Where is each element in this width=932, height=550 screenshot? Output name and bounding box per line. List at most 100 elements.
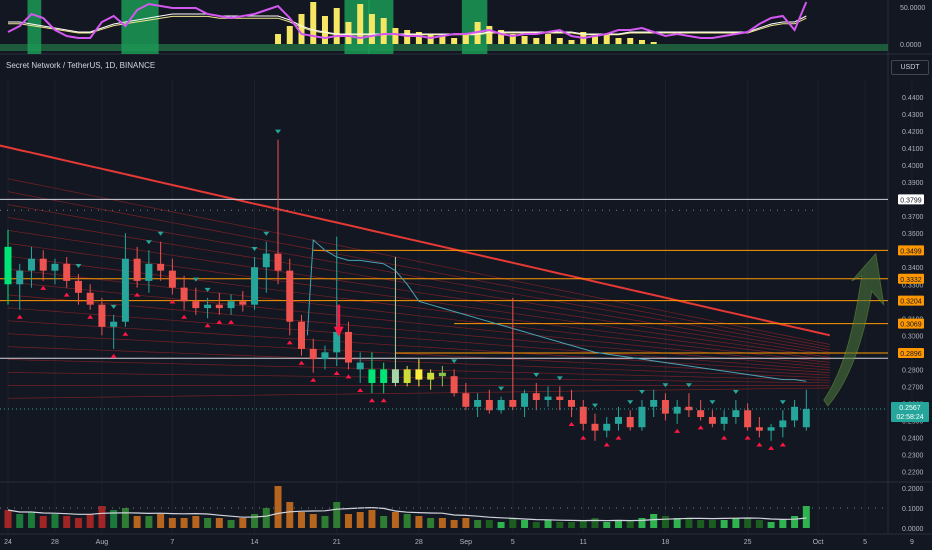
candle-body — [344, 331, 352, 363]
x-axis-tick-label: 25 — [744, 539, 752, 546]
candle-body — [720, 417, 728, 424]
candle-body — [427, 372, 435, 380]
volume-bar — [497, 522, 505, 528]
candle-body — [180, 287, 188, 302]
oscillator-bar — [298, 14, 305, 44]
y-axis-tick-label: 0.4300 — [902, 112, 924, 119]
volume-bar — [532, 522, 540, 528]
price-chart[interactable]: 50.00000.00000.44000.43000.42000.41000.4… — [0, 0, 932, 550]
volume-bar — [614, 520, 622, 528]
volume-bar — [391, 512, 399, 528]
oscillator-bar — [521, 36, 528, 44]
x-axis-tick-label: 5 — [511, 539, 515, 546]
candle-body — [215, 304, 223, 309]
volume-bar — [485, 520, 493, 528]
volume-bar — [603, 522, 611, 528]
volume-bar — [63, 516, 71, 528]
candle-body — [391, 369, 399, 383]
x-axis-tick-label: Sep — [460, 539, 473, 546]
volume-bar — [51, 514, 59, 528]
volume-bar — [438, 518, 446, 528]
candle-body — [145, 263, 153, 281]
volume-axis-label: 0.2000 — [902, 486, 924, 493]
volume-bar — [673, 518, 681, 528]
y-axis-tick-label: 0.4200 — [902, 129, 924, 136]
volume-bar — [333, 502, 341, 528]
volume-bar — [474, 520, 482, 528]
oscillator-bar — [615, 38, 622, 44]
oscillator-bar — [392, 28, 399, 44]
candle-body — [262, 253, 270, 268]
volume-bar — [251, 514, 259, 528]
oscillator-signal-zone — [461, 0, 488, 54]
price-level-label: 0.3069 — [900, 322, 922, 329]
volume-axis-label: 0.1000 — [902, 506, 924, 513]
volume-bar — [708, 520, 716, 528]
candle-body — [462, 393, 470, 407]
volume-bar — [298, 512, 305, 528]
volume-bar — [556, 522, 564, 528]
currency-selector[interactable]: USDT — [891, 60, 929, 75]
countdown-label: 02:58:24 — [896, 414, 923, 421]
volume-bar — [4, 510, 12, 528]
x-axis-tick-label: 28 — [415, 539, 423, 546]
volume-bar — [568, 522, 576, 528]
candle-body — [767, 427, 775, 431]
x-axis-tick-label: 9 — [910, 539, 914, 546]
volume-bar — [98, 506, 106, 528]
volume-bar — [180, 518, 188, 528]
volume-bar — [133, 516, 141, 528]
candle-body — [39, 258, 47, 271]
candle-body — [98, 304, 106, 327]
oscillator-bar — [368, 14, 375, 44]
candle-body — [168, 270, 176, 288]
oscillator-bar — [556, 38, 563, 44]
volume-bar — [16, 514, 24, 528]
volume-bar — [591, 518, 599, 528]
price-level-label: 0.3499 — [900, 248, 922, 255]
volume-bar — [544, 520, 552, 528]
candle-body — [286, 270, 294, 322]
volume-bar — [286, 502, 294, 528]
candle-body — [485, 400, 493, 411]
y-axis-tick-label: 0.2400 — [902, 435, 924, 442]
candle-body — [650, 400, 658, 407]
oscillator-bar — [603, 34, 610, 44]
y-axis-tick-label: 0.3600 — [902, 231, 924, 238]
y-axis-tick-label: 0.3700 — [902, 214, 924, 221]
oscillator-bar — [380, 18, 387, 44]
candle-body — [157, 263, 165, 271]
candle-body — [779, 420, 787, 428]
candle-body — [474, 400, 482, 407]
candle-body — [227, 301, 235, 309]
x-axis-tick-label: Aug — [96, 539, 109, 546]
volume-bar — [192, 516, 200, 528]
candle-body — [638, 406, 646, 428]
candle-body — [133, 258, 141, 281]
candle-body — [204, 304, 212, 309]
volume-bar — [344, 514, 352, 528]
candle-body — [802, 409, 810, 428]
volume-bar — [791, 516, 799, 528]
volume-bar — [427, 518, 435, 528]
candle-body — [521, 393, 529, 407]
oscillator-bar — [486, 26, 493, 44]
x-axis-tick-label: 14 — [251, 539, 259, 546]
candle-body — [86, 292, 94, 305]
candle-body — [274, 253, 282, 271]
volume-bar — [380, 516, 388, 528]
volume-bar — [579, 520, 587, 528]
oscillator-bar — [310, 2, 317, 44]
candle-body — [380, 369, 388, 383]
chart-title: Secret Network / TetherUS, 1D, BINANCE — [6, 61, 156, 70]
candle-body — [626, 417, 634, 428]
volume-bar — [215, 518, 223, 528]
candle-body — [673, 406, 681, 414]
volume-bar — [755, 520, 763, 528]
candle-body — [591, 423, 599, 431]
candle-body — [415, 369, 423, 380]
volume-bar — [509, 518, 517, 528]
candle-body — [403, 369, 411, 383]
oscillator-axis-label: 0.0000 — [900, 42, 922, 49]
y-axis-tick-label: 0.3000 — [902, 333, 924, 340]
